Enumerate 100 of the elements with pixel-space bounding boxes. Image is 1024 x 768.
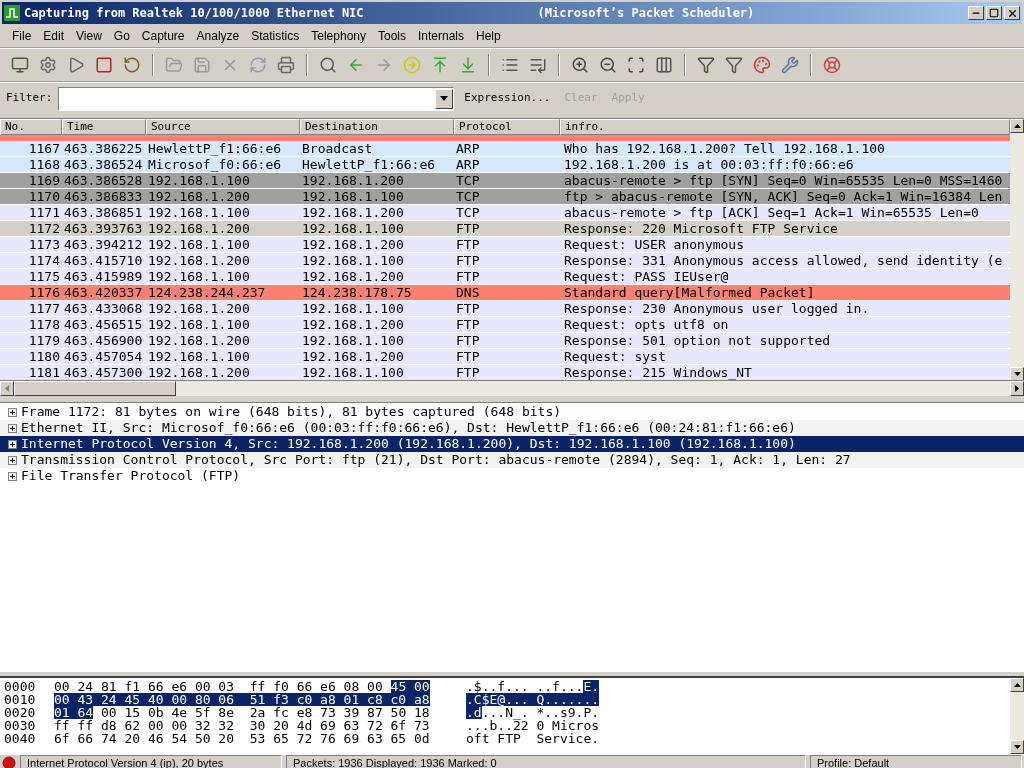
menu-item[interactable]: Internals xyxy=(412,26,471,45)
restart-icon[interactable] xyxy=(123,56,141,74)
detail-row[interactable]: Internet Protocol Version 4, Src: 192.168.1.200 (192.168.1.200), Dst: 192.168.1.100 (192.168.1.100) xyxy=(0,436,1024,452)
hex-bytes[interactable]: 45 00 xyxy=(390,680,430,693)
packet-row[interactable]: 1167 463.386225 HewlettP_f1:66:e6 Broadcast ARP Who has 192.168.1.200? Tell 192.168.1.100 xyxy=(0,141,1010,157)
source-cell-text: 192.168.1.100 xyxy=(147,173,251,188)
ascii-text[interactable]: oft FTP Service. xyxy=(466,732,600,745)
hex-bytes[interactable]: 6f 66 74 20 46 54 50 20 53 65 72 76 69 63 65 0d xyxy=(54,732,430,745)
menu-item[interactable]: Statistics xyxy=(245,26,306,45)
close-button[interactable] xyxy=(1004,6,1020,20)
menu-item[interactable]: Go xyxy=(107,26,136,45)
columns-icon[interactable] xyxy=(655,56,673,74)
hex-bytes[interactable]: 00 24 81 f1 66 e6 00 03 ff f0 66 e6 08 00 xyxy=(54,680,383,693)
packet-row[interactable]: 1179 463.456900 192.168.1.200 192.168.1.100 FTP Response: 501 option not supported xyxy=(0,333,1010,349)
packet-row[interactable]: 1169 463.386528 192.168.1.100 192.168.1.200 TCP abacus-remote > ftp [SYN] Seq=0 Win=65535 Len=0 MSS=1460 xyxy=(0,173,1010,189)
search-icon[interactable] xyxy=(319,56,337,74)
settings-icon[interactable] xyxy=(39,56,57,74)
packet-row[interactable]: 1172 463.393763 192.168.1.200 192.168.1.100 FTP Response: 220 Microsoft FTP Service xyxy=(0,221,1010,237)
dropdown-button[interactable] xyxy=(435,88,454,109)
display-filter-icon[interactable] xyxy=(725,56,743,74)
menu-item[interactable]: Help xyxy=(470,26,507,45)
info-cell-text: Request: opts utf8 on xyxy=(563,317,730,332)
column-header[interactable]: Destination xyxy=(300,119,454,135)
info-cell-text: Response: 230 Anonymous user logged in. xyxy=(563,301,871,316)
expand-icon[interactable] xyxy=(8,471,17,481)
ascii-text[interactable]: .$..f... ..f... xyxy=(466,680,584,693)
column-header[interactable]: Source xyxy=(146,119,300,135)
help-icon[interactable] xyxy=(823,56,841,74)
detail-row[interactable]: Transmission Control Protocol, Src Port: ftp (21), Dst Port: abacus-remote (2894), Seq: 1, Ack: 1, Len: 27 xyxy=(0,452,1024,468)
zoom-in-icon[interactable] xyxy=(571,56,589,74)
packet-row[interactable]: 1180 463.457054 192.168.1.100 192.168.1.200 FTP Request: syst xyxy=(0,349,1010,365)
window-title: Capturing from Realtek 10/100/1000 Ethernet NIC xyxy=(24,5,364,22)
column-header[interactable]: infro. xyxy=(560,119,1010,135)
autoscroll-icon[interactable] xyxy=(529,56,547,74)
hex-bytes[interactable]: ff ff d8 62 00 00 32 32 30 20 4d 69 63 72 6f 73 xyxy=(54,719,430,732)
menu-item[interactable]: Edit xyxy=(37,26,71,45)
filter-action-button[interactable]: Expression... xyxy=(460,90,555,107)
stop-icon[interactable] xyxy=(95,56,113,74)
capture-filter-icon[interactable] xyxy=(697,56,715,74)
packet-row[interactable]: 1175 463.415989 192.168.1.100 192.168.1.200 FTP Request: PASS IEUser@ xyxy=(0,269,1010,285)
menu-item[interactable]: Telephony xyxy=(305,26,372,45)
right-arrow-icon xyxy=(1015,385,1019,392)
maximize-button[interactable] xyxy=(986,6,1002,20)
packet-row[interactable]: 1176 463.420337 124.238.244.237 124.238.178.75 DNS Standard query[Malformed Packet] xyxy=(0,285,1010,301)
time-cell-text: 463.386833 xyxy=(63,189,144,204)
expand-icon[interactable] xyxy=(8,455,17,465)
tools-icon[interactable] xyxy=(781,56,799,74)
hex-bytes[interactable]: 00 43 24 45 40 00 80 06 51 f3 c0 a8 01 c8 c0 a8 xyxy=(54,693,430,706)
column-header[interactable]: Protocol xyxy=(454,119,560,135)
packet-row[interactable]: 1178 463.456515 192.168.1.100 192.168.1.200 FTP Request: opts utf8 on xyxy=(0,317,1010,333)
hex-bytes[interactable]: 01 64 xyxy=(54,706,94,719)
protocol-cell-text: TCP xyxy=(455,189,481,204)
source-cell-text: 192.168.1.100 xyxy=(147,269,251,284)
expand-icon[interactable] xyxy=(8,407,17,417)
menu-item[interactable]: Capture xyxy=(135,26,191,45)
number-cell-text: 1180 xyxy=(27,349,61,364)
ascii-text[interactable]: E. xyxy=(583,680,600,693)
packet-row[interactable]: 1171 463.386851 192.168.1.100 192.168.1.200 TCP abacus-remote > ftp [ACK] Seq=1 Ack=1 Win=65535 Len=0 xyxy=(0,205,1010,221)
packet-row[interactable]: 1174 463.415710 192.168.1.200 192.168.1.100 FTP Response: 331 Anonymous access allowed, send identity (e xyxy=(0,253,1010,269)
packet-row[interactable]: 1177 463.433068 192.168.1.200 192.168.1.100 FTP Response: 230 Anonymous user logged in. xyxy=(0,301,1010,317)
ascii-text[interactable]: .C$E@... Q....... xyxy=(466,693,600,706)
packet-row[interactable]: 1173 463.394212 192.168.1.100 192.168.1.200 FTP Request: USER anonymous xyxy=(0,237,1010,253)
filter-label: Filter: xyxy=(6,90,53,107)
coloring-icon[interactable] xyxy=(753,56,771,74)
play-icon[interactable] xyxy=(67,56,85,74)
ascii-text[interactable]: .d xyxy=(466,706,482,719)
detail-row[interactable]: Ethernet II, Src: Microsof_f0:66:e6 (00:03:ff:f0:66:e6), Dst: HewlettP_f1:66:e6 (00:24:81:f1:66:e6) xyxy=(0,420,1024,436)
menu-item[interactable]: Analyze xyxy=(190,26,246,45)
packet-row[interactable]: 1168 463.386524 Microsof_f0:66:e6 HewlettP_f1:66:e6 ARP 192.168.1.200 is at 00:03:ff:f0:66:e6 xyxy=(0,157,1010,173)
ascii-text[interactable]: ...b..22 0 Micros xyxy=(466,719,600,732)
info-cell-text: Standard query[Malformed Packet] xyxy=(563,285,816,300)
vertical-scrollbar[interactable] xyxy=(1010,119,1024,381)
source-cell-text: 192.168.1.200 xyxy=(147,333,251,348)
detail-text: Ethernet II, Src: Microsof_f0:66:e6 (00:03:ff:f0:66:e6), Dst: HewlettP_f1:66:e6 (00:24:81:f1:66:e6) xyxy=(21,419,796,438)
column-header[interactable]: No. xyxy=(0,119,62,135)
filter-field[interactable] xyxy=(58,86,455,111)
menu-item[interactable]: Tools xyxy=(372,26,412,45)
menu-item[interactable]: View xyxy=(70,26,108,45)
monitor-icon[interactable] xyxy=(11,56,29,74)
packet-row[interactable]: 1181 463.457300 192.168.1.200 192.168.1.100 FTP Response: 215 Windows_NT xyxy=(0,365,1010,381)
horizontal-scrollbar[interactable] xyxy=(0,380,1024,396)
expand-icon[interactable] xyxy=(8,439,17,449)
protocol-cell-text: TCP xyxy=(455,173,481,188)
vertical-scrollbar[interactable] xyxy=(1010,678,1024,754)
packet-row[interactable]: 1170 463.386833 192.168.1.200 192.168.1.100 TCP ftp > abacus-remote [SYN, ACK] Seq=0 Ack=1 Win=16384 Len xyxy=(0,189,1010,205)
list-icon[interactable] xyxy=(501,56,519,74)
zoom-out-icon[interactable] xyxy=(599,56,617,74)
minimize-button[interactable] xyxy=(968,6,984,20)
printer-icon[interactable] xyxy=(277,56,295,74)
time-cell-text: 463.386851 xyxy=(63,205,144,220)
hex-offset: 0030 xyxy=(4,719,37,732)
protocol-cell-text: FTP xyxy=(455,269,481,284)
column-header[interactable]: Time xyxy=(62,119,146,135)
destination-cell-text: 192.168.1.200 xyxy=(301,205,405,220)
number-cell-text: 1170 xyxy=(27,189,61,204)
expand-icon[interactable] xyxy=(8,423,17,433)
hex-bytes[interactable]: 00 15 0b 4e 5f 8e 2a fc e8 73 39 87 50 18 xyxy=(100,706,430,719)
app-icon xyxy=(4,5,20,21)
ascii-text[interactable]: ...N_. *..s9.P. xyxy=(481,706,600,719)
menu-item[interactable]: File xyxy=(6,26,38,45)
